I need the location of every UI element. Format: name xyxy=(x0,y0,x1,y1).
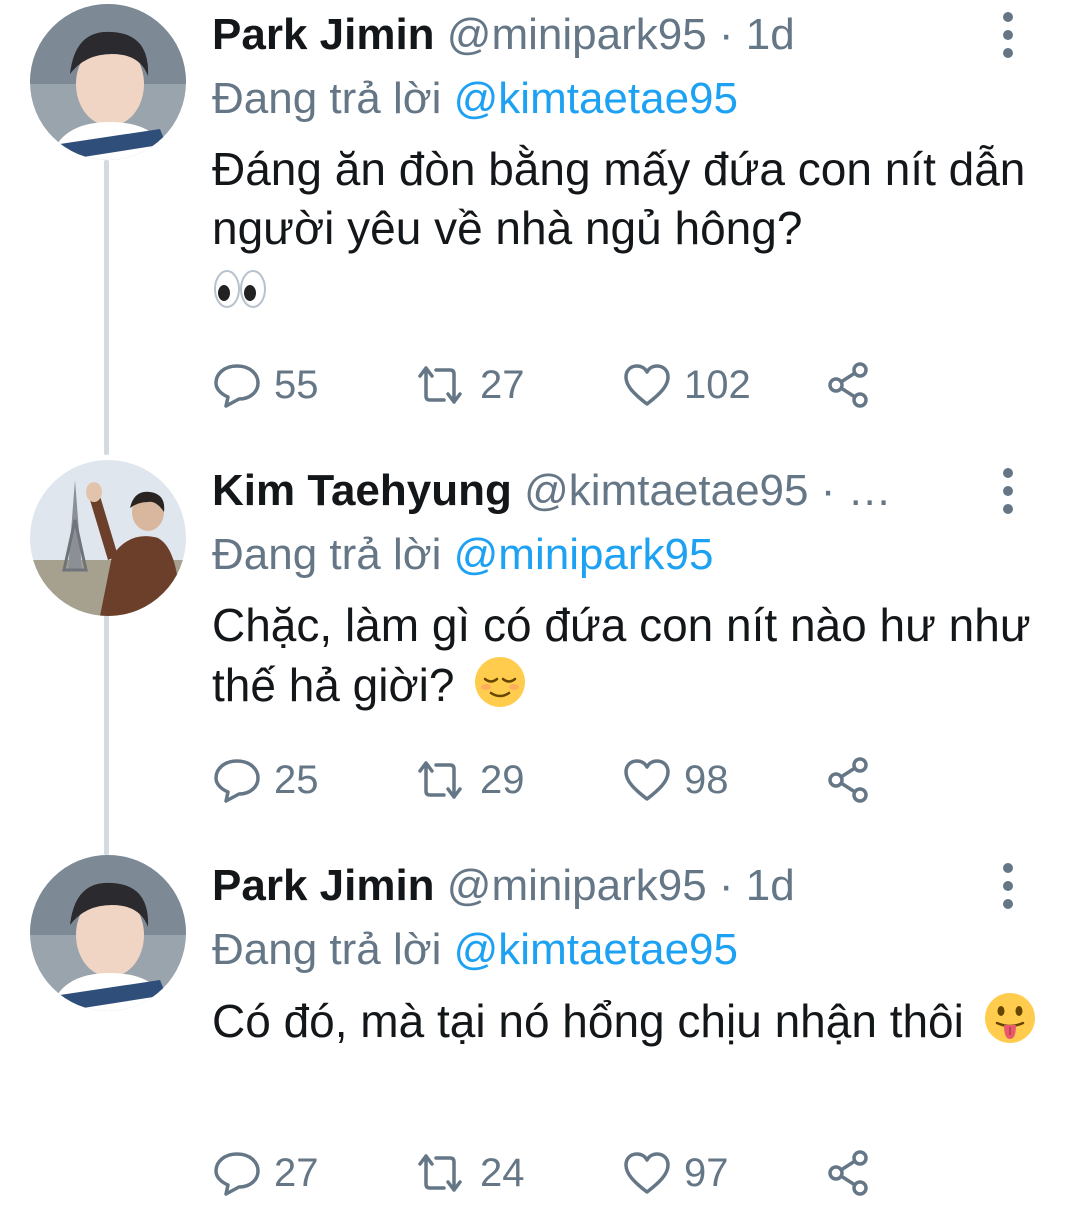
tweet[interactable]: Kim Taehyung @kimtaetae95 · … Đang trả l… xyxy=(0,458,1080,848)
reply-count: 25 xyxy=(274,757,319,802)
like-icon xyxy=(624,759,670,801)
share-icon xyxy=(828,757,868,803)
share-icon xyxy=(828,1150,868,1196)
tweet-text-content: Đáng ăn đòn bằng mấy đứa con nít dẫn ngư… xyxy=(212,143,1026,254)
replying-to-label: Đang trả lời xyxy=(212,925,442,974)
retweet-button[interactable]: 27 xyxy=(412,350,525,420)
replying-to-label: Đang trả lời xyxy=(212,74,442,123)
tweet[interactable]: Park Jimin @minipark95 · 1d Đang trả lời… xyxy=(0,2,1080,452)
retweet-button[interactable]: 24 xyxy=(412,1138,525,1208)
like-count: 97 xyxy=(684,1150,729,1195)
avatar[interactable] xyxy=(30,855,186,1011)
retweet-count: 29 xyxy=(480,757,525,802)
eyes-emoji xyxy=(212,266,268,325)
replying-to: Đang trả lời @kimtaetae95 xyxy=(212,68,1050,130)
reply-thread: Park Jimin @minipark95 · 1d Đang trả lời… xyxy=(0,0,1080,1200)
display-name[interactable]: Kim Taehyung xyxy=(212,466,512,515)
tweet-actions: 25 29 98 xyxy=(212,745,972,815)
retweet-count: 24 xyxy=(480,1150,525,1195)
tweet-text: Chặc, làm gì có đứa con nít nào hư như t… xyxy=(212,596,1050,723)
reply-button[interactable]: 25 xyxy=(212,745,319,815)
replying-to: Đang trả lời @kimtaetae95 xyxy=(212,919,1050,981)
like-icon xyxy=(624,1152,670,1194)
timestamp[interactable]: … xyxy=(848,466,892,515)
mention-link[interactable]: @minipark95 xyxy=(454,530,714,579)
tongue-face-emoji xyxy=(983,991,1037,1059)
like-count: 102 xyxy=(684,362,751,407)
separator-dot: · xyxy=(820,466,836,515)
reply-button[interactable]: 27 xyxy=(212,1138,319,1208)
like-button[interactable]: 102 xyxy=(622,350,751,420)
retweet-icon xyxy=(418,761,462,799)
separator-dot: · xyxy=(718,861,734,910)
display-name[interactable]: Park Jimin xyxy=(212,10,435,59)
avatar[interactable] xyxy=(30,4,186,160)
tweet-text-content: Có đó, mà tại nó hổng chịu nhận thôi xyxy=(212,995,964,1047)
like-button[interactable]: 97 xyxy=(622,1138,729,1208)
share-button[interactable] xyxy=(824,745,886,815)
separator-dot: · xyxy=(718,10,734,59)
mention-link[interactable]: @kimtaetae95 xyxy=(454,74,738,123)
tweet-text: Đáng ăn đòn bằng mấy đứa con nít dẫn ngư… xyxy=(212,140,1050,325)
tweet-header: Park Jimin @minipark95 · 1d xyxy=(212,2,957,68)
share-button[interactable] xyxy=(824,350,886,420)
user-handle[interactable]: @minipark95 xyxy=(447,10,707,59)
reply-count: 55 xyxy=(274,362,319,407)
replying-to: Đang trả lời @minipark95 xyxy=(212,524,1050,586)
timestamp[interactable]: 1d xyxy=(746,861,795,910)
relieved-face-emoji xyxy=(473,655,527,723)
display-name[interactable]: Park Jimin xyxy=(212,861,435,910)
reply-icon xyxy=(214,759,260,803)
reply-button[interactable]: 55 xyxy=(212,350,319,420)
more-options-icon[interactable] xyxy=(996,853,1020,919)
reply-icon xyxy=(214,364,260,408)
tweet-header: Kim Taehyung @kimtaetae95 · … xyxy=(212,458,957,524)
share-icon xyxy=(828,362,868,408)
like-button[interactable]: 98 xyxy=(622,745,729,815)
more-options-icon[interactable] xyxy=(996,458,1020,524)
tweet-actions: 55 27 102 xyxy=(212,350,972,420)
reply-count: 27 xyxy=(274,1150,319,1195)
timestamp[interactable]: 1d xyxy=(746,10,795,59)
user-handle[interactable]: @minipark95 xyxy=(447,861,707,910)
mention-link[interactable]: @kimtaetae95 xyxy=(454,925,738,974)
like-count: 98 xyxy=(684,757,729,802)
retweet-icon xyxy=(418,366,462,404)
like-icon xyxy=(624,364,670,406)
more-options-icon[interactable] xyxy=(996,2,1020,68)
retweet-count: 27 xyxy=(480,362,525,407)
replying-to-label: Đang trả lời xyxy=(212,530,442,579)
retweet-button[interactable]: 29 xyxy=(412,745,525,815)
avatar[interactable] xyxy=(30,460,186,616)
reply-icon xyxy=(214,1152,260,1196)
tweet-actions: 27 24 97 xyxy=(212,1138,972,1208)
retweet-icon xyxy=(418,1154,462,1192)
share-button[interactable] xyxy=(824,1138,886,1208)
tweet[interactable]: Park Jimin @minipark95 · 1d Đang trả lời… xyxy=(0,853,1080,1200)
tweet-text-content: Chặc, làm gì có đứa con nít nào hư như t… xyxy=(212,599,1031,711)
tweet-header: Park Jimin @minipark95 · 1d xyxy=(212,853,957,919)
user-handle[interactable]: @kimtaetae95 xyxy=(524,466,808,515)
tweet-text: Có đó, mà tại nó hổng chịu nhận thôi xyxy=(212,991,1050,1059)
